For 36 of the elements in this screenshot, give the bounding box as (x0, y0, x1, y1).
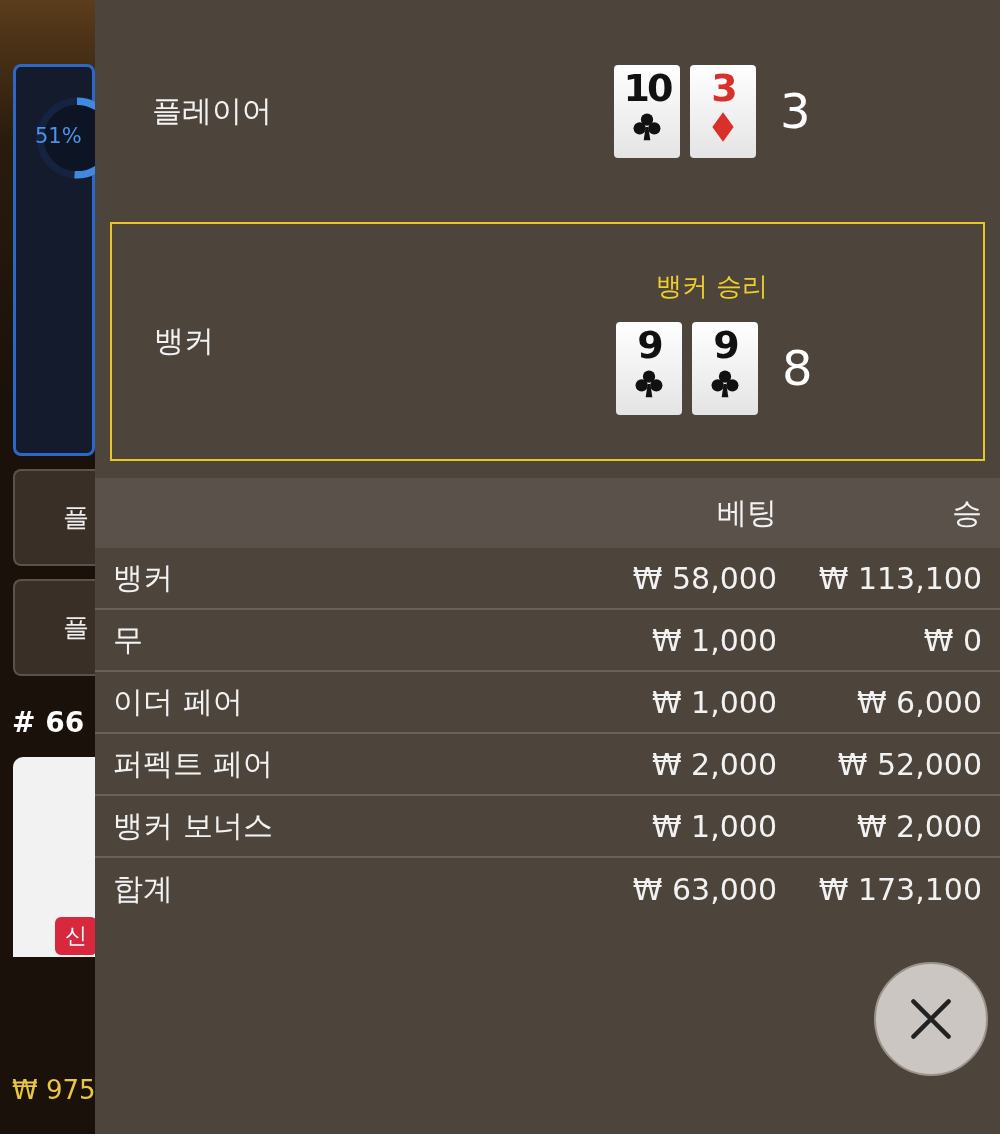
win-amount-cell-text: ₩ 6,000 (855, 684, 983, 720)
win-amount-cell-text: ₩ 2,000 (855, 808, 983, 844)
bet-type-cell-text: 뱅커 (112, 558, 174, 597)
win-rate-label: 51% (35, 124, 82, 148)
new-badge: 신 (55, 917, 95, 955)
bet-type-cell-text: 퍼펙트 페어 (112, 744, 274, 783)
bet-type-cell-text: 무 (112, 620, 144, 659)
result-label: 뱅커 승리 (656, 269, 769, 303)
win-amount-cell-text: ₩ 0 (922, 622, 983, 658)
bet-type-cell-text: 뱅커 보너스 (112, 806, 274, 845)
bet-button[interactable]: 플 (13, 579, 95, 676)
bet-type-cell-text: 이더 페어 (112, 682, 244, 721)
round-number: # 66 (12, 706, 86, 739)
card-rank: 3 (711, 68, 735, 107)
bet-amount-cell-text: ₩ 1,000 (650, 684, 777, 720)
column-header: 베팅 (716, 493, 777, 532)
win-amount-cell-text: ₩ 173,100 (817, 871, 983, 907)
bet-amount-cell-text: ₩ 58,000 (631, 560, 777, 596)
balance-amount: ₩ 975 (12, 1075, 95, 1105)
close-icon (909, 997, 953, 1041)
card-rank: 10 (623, 68, 671, 107)
bet-amount-cell-text: ₩ 1,000 (650, 808, 777, 844)
win-amount-cell-text: ₩ 52,000 (836, 746, 983, 782)
bet-amount-cell-text: ₩ 1,000 (650, 622, 777, 658)
card-rank: 9 (637, 325, 661, 364)
bet-amount-cell-text: ₩ 2,000 (650, 746, 777, 782)
card-rank: 9 (713, 325, 737, 364)
bet-type-cell-text: 합계 (112, 869, 174, 908)
hand-name: 플레이어 (152, 91, 273, 130)
hand-total: 8 (782, 340, 813, 396)
win-amount-cell-text: ₩ 113,100 (817, 560, 983, 596)
column-header: 승 (951, 493, 983, 532)
bet-button[interactable]: 플 (13, 469, 95, 566)
bet-amount-cell-text: ₩ 63,000 (631, 871, 777, 907)
hand-name: 뱅커 (154, 322, 215, 360)
hand-total: 3 (780, 83, 811, 139)
